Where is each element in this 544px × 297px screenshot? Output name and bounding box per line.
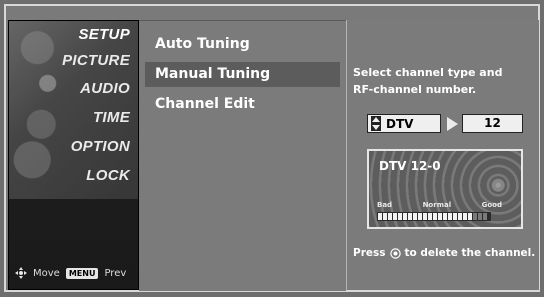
signal-label-normal: Normal bbox=[422, 201, 452, 209]
prev-label: Prev bbox=[104, 267, 127, 279]
signal-label-bad: Bad bbox=[377, 201, 393, 209]
signal-meter-segment bbox=[408, 213, 412, 220]
instructions-line-1: Select channel type and bbox=[353, 66, 503, 79]
sidebar-item-setup[interactable]: SETUP bbox=[10, 23, 130, 46]
move-label: Move bbox=[33, 267, 60, 279]
instructions-line-2: RF-channel number. bbox=[353, 83, 477, 96]
rf-channel-number[interactable]: 12 bbox=[462, 114, 523, 133]
ok-button-icon bbox=[389, 247, 401, 259]
signal-meter-segment bbox=[443, 213, 447, 220]
option-manual-tuning[interactable]: Manual Tuning bbox=[145, 62, 340, 87]
option-channel-edit[interactable]: Channel Edit bbox=[145, 92, 340, 117]
tv-menu-window: SETUP PICTURE AUDIO TIME OPTION LOCK Mov… bbox=[4, 4, 540, 292]
instructions-text: Select channel type and RF-channel numbe… bbox=[353, 64, 533, 98]
sidebar-item-time[interactable]: TIME bbox=[10, 106, 130, 129]
delete-hint: Press to delete the channel. bbox=[353, 247, 539, 259]
signal-meter-segment bbox=[448, 213, 452, 220]
signal-meter-segment bbox=[468, 213, 472, 220]
sidebar-item-option[interactable]: OPTION bbox=[10, 135, 130, 158]
signal-meter-segment bbox=[403, 213, 407, 220]
signal-meter-segment bbox=[463, 213, 467, 220]
signal-scale-labels: Bad Normal Good bbox=[377, 201, 502, 209]
signal-level-meter bbox=[377, 212, 491, 221]
signal-meter-segment bbox=[393, 213, 397, 220]
right-arrow-icon bbox=[447, 117, 458, 131]
signal-meter-segment bbox=[383, 213, 387, 220]
menu-key-icon: MENU bbox=[65, 267, 99, 279]
main-menu-sidebar: SETUP PICTURE AUDIO TIME OPTION LOCK Mov… bbox=[8, 20, 139, 290]
signal-meter-segment bbox=[378, 213, 382, 220]
signal-meter-segment bbox=[473, 213, 477, 220]
signal-strength-box: DTV 12-0 Bad Normal Good bbox=[367, 149, 523, 229]
signal-meter-segment bbox=[453, 213, 457, 220]
up-down-arrows-icon bbox=[371, 116, 381, 131]
press-text: Press bbox=[353, 247, 386, 259]
option-auto-tuning[interactable]: Auto Tuning bbox=[145, 32, 340, 57]
channel-type-selector[interactable]: DTV bbox=[367, 114, 441, 133]
sidebar-item-lock[interactable]: LOCK bbox=[10, 164, 130, 187]
signal-meter-segment bbox=[428, 213, 432, 220]
signal-meter-segment bbox=[398, 213, 402, 220]
sidebar-item-audio[interactable]: AUDIO bbox=[10, 77, 130, 100]
signal-meter-segment bbox=[433, 213, 437, 220]
signal-meter-segment bbox=[438, 213, 442, 220]
sidebar-footer: Move MENU Prev bbox=[15, 267, 126, 279]
signal-channel-title: DTV 12-0 bbox=[379, 159, 441, 173]
signal-meter-segment bbox=[388, 213, 392, 220]
signal-meter-segment bbox=[413, 213, 417, 220]
setup-options-panel: Auto Tuning Manual Tuning Channel Edit bbox=[139, 20, 346, 291]
channel-type-value: DTV bbox=[386, 116, 414, 131]
sidebar-item-picture[interactable]: PICTURE bbox=[10, 49, 130, 72]
signal-meter-segment bbox=[458, 213, 462, 220]
signal-meter-segment bbox=[418, 213, 422, 220]
signal-label-good: Good bbox=[481, 201, 502, 209]
move-dpad-icon bbox=[15, 267, 27, 279]
signal-meter-segment bbox=[423, 213, 427, 220]
delete-hint-text: to delete the channel. bbox=[404, 247, 536, 259]
signal-meter-segment bbox=[483, 213, 487, 220]
manual-tuning-panel: Select channel type and RF-channel numbe… bbox=[346, 20, 539, 290]
signal-meter-segment bbox=[478, 213, 482, 220]
